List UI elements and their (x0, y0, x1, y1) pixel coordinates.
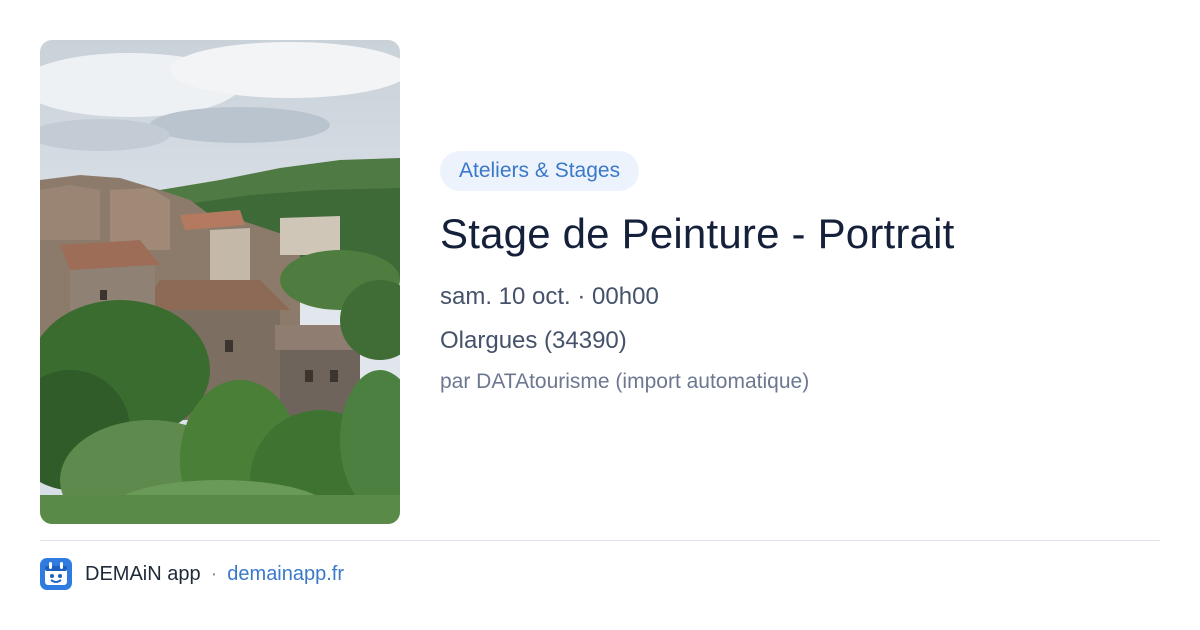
event-info: Ateliers & Stages Stage de Peinture - Po… (440, 151, 955, 396)
app-name: DEMAiN app (85, 562, 201, 585)
event-datetime: sam. 10 oct. · 00h00 (440, 283, 659, 310)
footer-divider (40, 540, 1160, 541)
event-photo (40, 40, 400, 524)
app-url-link[interactable]: demainapp.fr (227, 563, 344, 586)
category-tag[interactable]: Ateliers & Stages (440, 151, 640, 191)
event-title: Stage de Peinture - Portrait (440, 210, 955, 257)
footer-separator: · (210, 562, 218, 585)
event-author: par DATAtourisme (import automatique) (440, 370, 810, 393)
event-location: Olargues (34390) (440, 327, 627, 354)
footer: DEMAiN app · demainapp.fr (40, 558, 344, 590)
demain-app-icon (40, 558, 72, 590)
